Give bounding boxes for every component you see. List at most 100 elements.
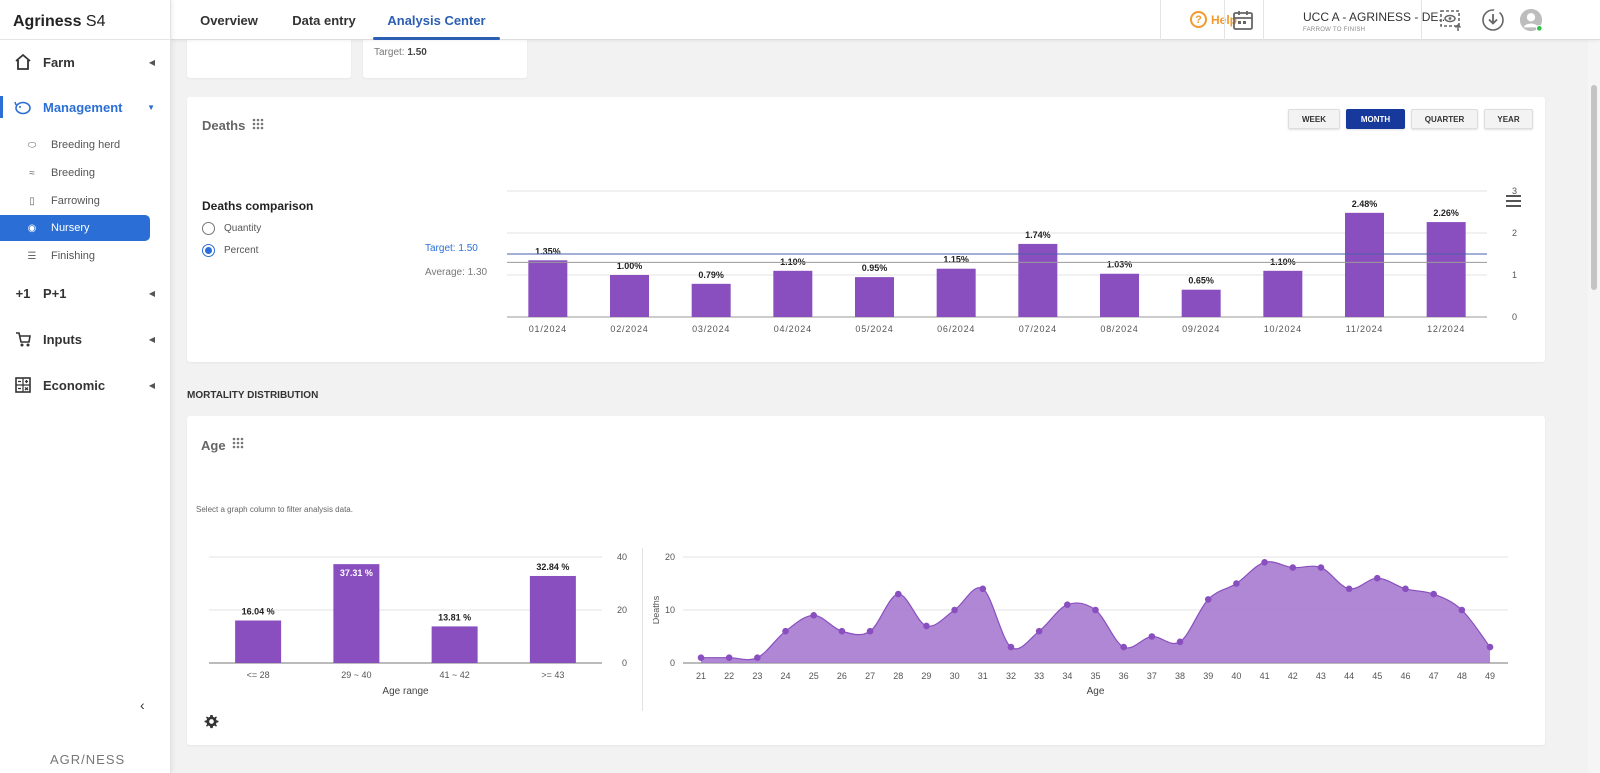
chart-menu-icon[interactable] <box>1506 195 1521 207</box>
sidebar-item-label: Farrowing <box>51 195 100 207</box>
tab-data-entry[interactable]: Data entry <box>283 0 365 40</box>
y-tick-label: 0 <box>622 658 627 668</box>
data-point <box>697 654 705 661</box>
separator <box>1160 0 1161 40</box>
bar <box>431 626 478 663</box>
help-button[interactable]: ? Help <box>1190 11 1237 28</box>
radio-quantity[interactable] <box>202 222 215 235</box>
age-title: Age <box>201 438 226 453</box>
radio-percent[interactable] <box>202 244 215 257</box>
tab-overview[interactable]: Overview <box>185 0 273 40</box>
sidebar-item-nursery[interactable]: ◉ Nursery <box>0 215 150 241</box>
separator <box>1224 0 1225 40</box>
option-quantity[interactable]: Quantity <box>202 222 261 235</box>
sidebar-group-label: Inputs <box>43 331 82 347</box>
view-share-icon[interactable] <box>1439 8 1463 32</box>
sidebar-item-finishing[interactable]: ☰ Finishing <box>0 243 150 269</box>
bar <box>333 564 380 663</box>
x-tick-label: 12/2024 <box>1427 324 1465 334</box>
app-brand[interactable]: Agriness S4 <box>0 0 170 40</box>
data-label: 2.26% <box>1433 208 1459 218</box>
x-tick-label: 42 <box>1288 671 1298 681</box>
bar <box>1018 243 1058 317</box>
sidebar-group-farm[interactable]: Farm ◀ <box>0 47 170 77</box>
x-tick-label: 35 <box>1090 671 1100 681</box>
data-point <box>1486 643 1494 651</box>
x-tick-label: 32 <box>1006 671 1016 681</box>
x-tick-label: 08/2024 <box>1100 324 1138 334</box>
data-point <box>894 590 902 598</box>
sidebar-item-label: Finishing <box>51 250 96 262</box>
gear-icon[interactable] <box>204 714 219 729</box>
x-tick-label: 36 <box>1119 671 1129 681</box>
x-tick-label: 48 <box>1457 671 1467 681</box>
page-scrollbar[interactable] <box>1588 40 1600 773</box>
period-year-button[interactable]: YEAR <box>1484 109 1533 129</box>
bar <box>773 270 813 317</box>
x-tick-label: 49 <box>1485 671 1495 681</box>
bar <box>528 260 568 317</box>
data-point <box>1345 585 1353 593</box>
data-point <box>754 654 761 661</box>
tab-analysis-center[interactable]: Analysis Center <box>373 0 500 40</box>
data-point <box>838 627 846 635</box>
sidebar-item-label: Nursery <box>51 222 90 234</box>
scrollbar-thumb[interactable] <box>1591 85 1597 290</box>
target-value: 1.50 <box>407 47 427 58</box>
collapse-sidebar-icon[interactable]: ‹ <box>140 697 145 713</box>
pen-icon: ☰ <box>27 250 37 262</box>
x-tick-label: 34 <box>1062 671 1072 681</box>
x-tick-label: 45 <box>1372 671 1382 681</box>
avatar[interactable] <box>1519 8 1543 32</box>
piggy-icon <box>13 97 33 117</box>
option-percent[interactable]: Percent <box>202 244 258 257</box>
y-tick-label: 10 <box>665 605 675 615</box>
caret-left-icon: ◀ <box>148 380 155 390</box>
data-point <box>1289 564 1297 571</box>
y-tick-label: 1 <box>1512 270 1517 280</box>
data-point <box>1148 633 1156 640</box>
data-point <box>1176 638 1184 646</box>
grid-icon[interactable] <box>252 118 264 130</box>
separator <box>1421 0 1422 40</box>
data-label: 0.65% <box>1188 276 1214 286</box>
bar <box>1100 273 1139 317</box>
sidebar-item-breeding[interactable]: ≈ Breeding <box>0 160 150 186</box>
sidebar-group-label: Management <box>43 99 123 115</box>
sidebar-item-label: Breeding <box>51 167 96 179</box>
data-point <box>1035 627 1043 635</box>
sidebar-item-label: Breeding herd <box>51 139 121 151</box>
sidebar-item-breeding-herd[interactable]: ⬭ Breeding herd <box>0 132 150 158</box>
data-point <box>810 612 818 619</box>
farm-selector[interactable]: UCC A - AGRINESS - DE... <box>1303 10 1448 24</box>
grid-icon[interactable] <box>232 437 244 449</box>
data-label: 13.81 % <box>438 612 471 622</box>
period-quarter-button[interactable]: QUARTER <box>1411 109 1478 129</box>
brand-name: Agriness <box>13 13 82 30</box>
sidebar-group-management[interactable]: Management ▼ <box>0 92 170 122</box>
bar <box>1181 289 1221 317</box>
calendar-icon[interactable] <box>1231 8 1255 32</box>
x-tick-label: 38 <box>1175 671 1185 681</box>
brand-suffix: S4 <box>85 13 106 30</box>
period-month-button[interactable]: MONTH <box>1346 109 1405 129</box>
sidebar-group-economic[interactable]: Economic ◀ <box>0 370 170 400</box>
x-tick-label: 21 <box>696 671 706 681</box>
download-icon[interactable] <box>1481 8 1505 32</box>
data-label: 37.31 % <box>340 568 373 578</box>
period-week-button[interactable]: WEEK <box>1288 109 1340 129</box>
x-tick-label: 25 <box>809 671 819 681</box>
sidebar-item-farrowing[interactable]: ▯ Farrowing <box>0 188 150 214</box>
bottle-icon: ▯ <box>29 195 35 207</box>
data-point <box>782 627 789 635</box>
footer-logo: AGR/NESS <box>50 752 126 767</box>
x-axis-label: Age <box>1087 686 1105 697</box>
bar <box>1263 270 1303 317</box>
y-tick-label: 0 <box>1512 312 1517 322</box>
sidebar-group-inputs[interactable]: Inputs ◀ <box>0 324 170 354</box>
x-tick-label: 43 <box>1316 671 1326 681</box>
x-tick-label: 27 <box>865 671 875 681</box>
sidebar-group-p-plus-1[interactable]: +1 P+1 ◀ <box>0 278 170 308</box>
target-line: Target: 1.50 <box>374 47 427 58</box>
pig-icon: ⬭ <box>27 139 37 151</box>
